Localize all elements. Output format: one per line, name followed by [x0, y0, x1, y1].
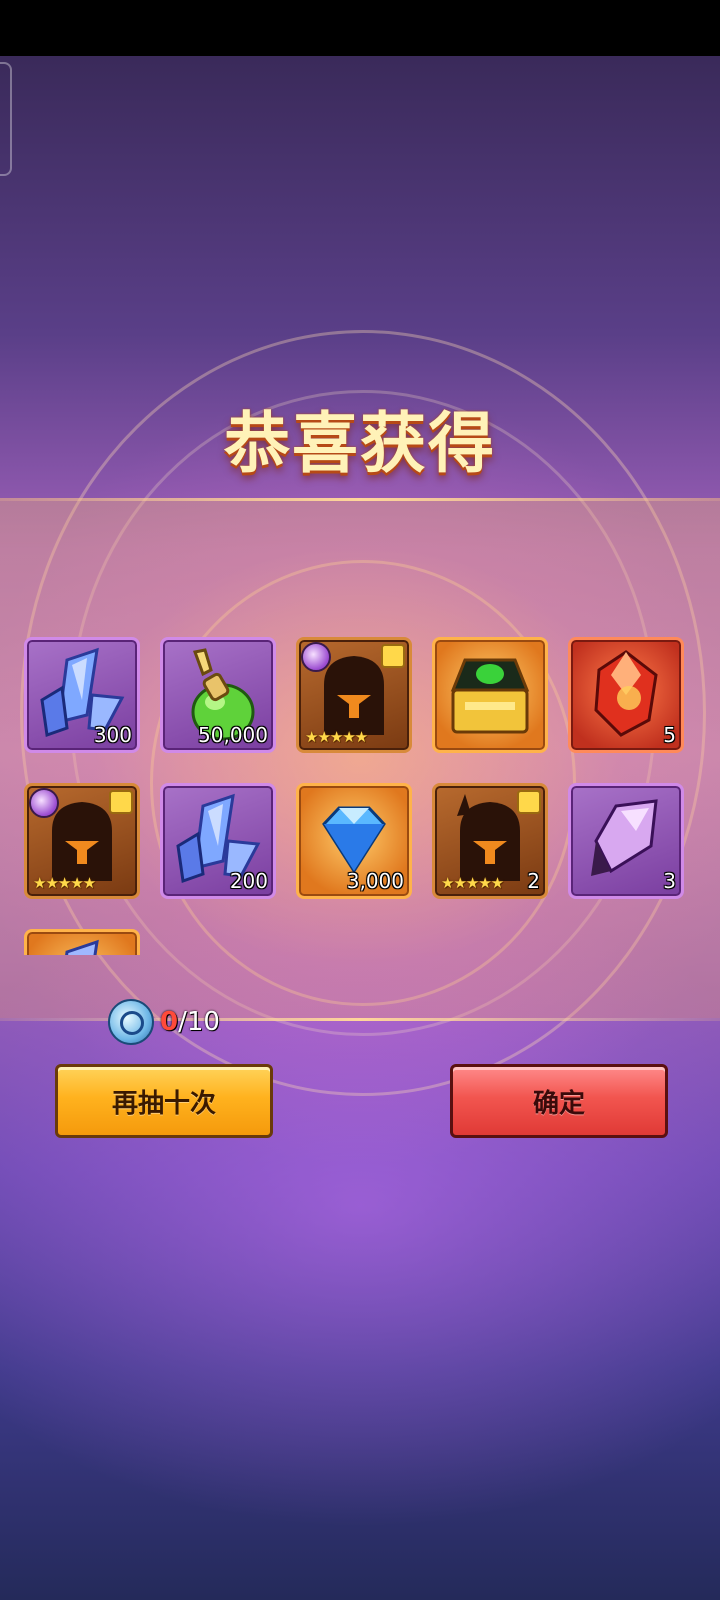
reward-item-11[interactable] [24, 929, 140, 955]
panel-top-divider [0, 498, 720, 501]
reward-item-6[interactable]: ★★★★★ [24, 783, 140, 899]
reward-item-8[interactable]: 3,000 [296, 783, 412, 899]
reward-quantity: 2 [527, 869, 540, 893]
reward-item-3[interactable]: ★★★★★ [296, 637, 412, 753]
reward-item-5[interactable]: 5 [568, 637, 684, 753]
puzzle-piece-icon [517, 790, 541, 814]
summon-ten-again-button[interactable]: 再抽十次 [55, 1064, 273, 1138]
reward-quantity: 3 [663, 869, 676, 893]
reward-quantity: 3,000 [346, 869, 404, 893]
reward-quantity: 50,000 [198, 723, 268, 747]
summon-scroll-icon [108, 999, 154, 1045]
reward-item-10[interactable]: 3 [568, 783, 684, 899]
element-badge-icon [29, 788, 59, 818]
page-title: 恭喜获得 [224, 405, 496, 482]
element-badge-icon [301, 642, 331, 672]
summon-cost: 0 /10 [108, 999, 220, 1045]
reward-item-9[interactable]: ★★★★★ 2 [432, 783, 548, 899]
confirm-button[interactable]: 确定 [450, 1064, 668, 1138]
cost-total: /10 [178, 1007, 220, 1037]
reward-item-4[interactable] [432, 637, 548, 753]
star-rating: ★★★★★ [33, 874, 96, 892]
status-bar [0, 0, 720, 56]
partially-visible-item-icon [65, 939, 99, 955]
cost-current: 0 [160, 1007, 179, 1037]
puzzle-piece-icon [109, 790, 133, 814]
golden-chest-icon [450, 658, 530, 734]
reward-grid: 300 50,000 ★★★★★ 5 ★★★★★ 200 3,000 ★★★★★… [24, 637, 704, 955]
star-rating: ★★★★★ [305, 728, 368, 746]
reward-item-2[interactable]: 50,000 [160, 637, 276, 753]
reward-quantity: 200 [229, 869, 268, 893]
star-rating: ★★★★★ [441, 874, 504, 892]
gacha-result-screen: 恭喜获得 300 50,000 ★★★★★ 5 ★★★★★ 200 3,000 … [0, 0, 720, 1600]
reward-item-7[interactable]: 200 [160, 783, 276, 899]
reward-quantity: 5 [663, 723, 676, 747]
reward-item-1[interactable]: 300 [24, 637, 140, 753]
reward-quantity: 300 [93, 723, 132, 747]
puzzle-piece-icon [381, 644, 405, 668]
side-edge-tab [0, 62, 12, 176]
